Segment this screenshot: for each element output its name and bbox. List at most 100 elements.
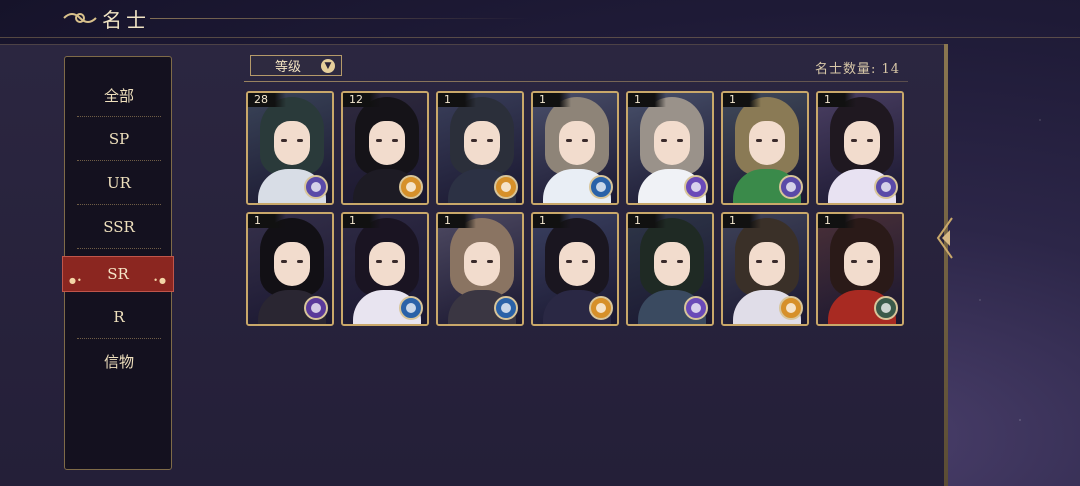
menu-item-ur[interactable]: UR <box>65 161 173 205</box>
character-face <box>274 121 310 165</box>
character-eye <box>471 260 477 263</box>
title-bar: 名士 <box>0 0 1080 38</box>
character-face <box>654 121 690 165</box>
character-eye <box>487 260 493 263</box>
character-card[interactable]: 12 <box>341 91 429 205</box>
faction-badge-icon <box>779 296 803 320</box>
character-eye <box>661 260 667 263</box>
character-card[interactable]: 1 <box>721 212 809 326</box>
character-eye <box>851 260 857 263</box>
card-level: 1 <box>818 93 856 107</box>
menu-item-label: R <box>113 308 125 326</box>
character-eye <box>756 139 762 142</box>
character-face <box>369 121 405 165</box>
character-eye <box>677 260 683 263</box>
menu-item-all[interactable]: 全部 <box>65 73 173 117</box>
character-face <box>464 242 500 286</box>
character-eye <box>772 260 778 263</box>
character-card[interactable]: 1 <box>531 212 619 326</box>
character-eye <box>297 260 303 263</box>
character-face <box>654 242 690 286</box>
menu-item-label: SR <box>107 265 129 283</box>
character-card[interactable]: 28 <box>246 91 334 205</box>
character-card[interactable]: 1 <box>531 91 619 205</box>
character-eye <box>582 260 588 263</box>
menu-item-token[interactable]: 信物 <box>65 339 173 383</box>
card-level: 1 <box>343 214 381 228</box>
card-level: 1 <box>723 93 761 107</box>
character-card[interactable]: 1 <box>436 91 524 205</box>
character-eye <box>392 260 398 263</box>
character-card[interactable]: 1 <box>341 212 429 326</box>
menu-item-label: 全部 <box>103 86 134 105</box>
faction-badge-icon <box>779 175 803 199</box>
card-level: 1 <box>533 93 571 107</box>
character-face <box>464 121 500 165</box>
character-eye <box>677 139 683 142</box>
character-eye <box>582 139 588 142</box>
page-title: 名士 <box>102 8 150 32</box>
character-count: 名士数量: 14 <box>814 62 900 77</box>
cloud-swirl-icon <box>63 13 97 23</box>
faction-badge-icon <box>874 296 898 320</box>
faction-badge-icon <box>494 175 518 199</box>
character-card[interactable]: 1 <box>626 91 714 205</box>
character-card[interactable]: 1 <box>721 91 809 205</box>
character-card[interactable]: 1 <box>816 212 904 326</box>
character-face <box>749 242 785 286</box>
character-card[interactable]: 1 <box>816 91 904 205</box>
collapse-arrow-icon[interactable] <box>934 216 954 260</box>
character-eye <box>471 139 477 142</box>
title-divider <box>150 18 530 19</box>
faction-badge-icon <box>304 296 328 320</box>
character-face <box>274 242 310 286</box>
card-level: 1 <box>533 214 571 228</box>
ornament-dots-icon: •● <box>153 276 167 285</box>
faction-badge-icon <box>589 296 613 320</box>
character-eye <box>487 139 493 142</box>
character-face <box>559 242 595 286</box>
character-card[interactable]: 1 <box>626 212 714 326</box>
character-eye <box>566 139 572 142</box>
menu-divider <box>77 248 161 249</box>
menu-item-label: 信物 <box>103 352 134 371</box>
menu-item-sp[interactable]: SP <box>65 117 173 161</box>
card-level: 1 <box>628 214 666 228</box>
sort-label: 等级 <box>275 60 302 75</box>
menu-item-sr[interactable]: ●• SR •● <box>62 256 174 292</box>
category-menu: 全部 SP UR SSR ●• SR •● R 信物 <box>62 56 174 470</box>
character-eye <box>376 260 382 263</box>
menu-item-ssr[interactable]: SSR <box>65 205 173 249</box>
card-level: 1 <box>818 214 856 228</box>
character-eye <box>376 139 382 142</box>
faction-badge-icon <box>494 296 518 320</box>
menu-item-r[interactable]: R <box>65 295 173 339</box>
character-eye <box>661 139 667 142</box>
character-face <box>749 121 785 165</box>
faction-badge-icon <box>399 296 423 320</box>
faction-badge-icon <box>589 175 613 199</box>
ornament-dots-icon: ●• <box>69 276 83 285</box>
character-eye <box>851 139 857 142</box>
character-card[interactable]: 1 <box>436 212 524 326</box>
character-eye <box>566 260 572 263</box>
character-face <box>844 121 880 165</box>
character-eye <box>297 139 303 142</box>
character-eye <box>756 260 762 263</box>
sort-dropdown[interactable]: 等级 ▼ <box>250 55 342 76</box>
card-level: 1 <box>628 93 666 107</box>
panel-border <box>944 44 948 486</box>
menu-item-label: SSR <box>103 218 135 236</box>
character-card[interactable]: 1 <box>246 212 334 326</box>
card-level: 1 <box>438 93 476 107</box>
character-eye <box>867 139 873 142</box>
chevron-down-icon: ▼ <box>321 59 335 73</box>
card-level: 1 <box>438 214 476 228</box>
card-level: 1 <box>723 214 761 228</box>
character-eye <box>867 260 873 263</box>
faction-badge-icon <box>304 175 328 199</box>
card-level: 1 <box>248 214 286 228</box>
character-eye <box>392 139 398 142</box>
card-level: 28 <box>248 93 286 107</box>
menu-item-label: UR <box>107 174 131 192</box>
